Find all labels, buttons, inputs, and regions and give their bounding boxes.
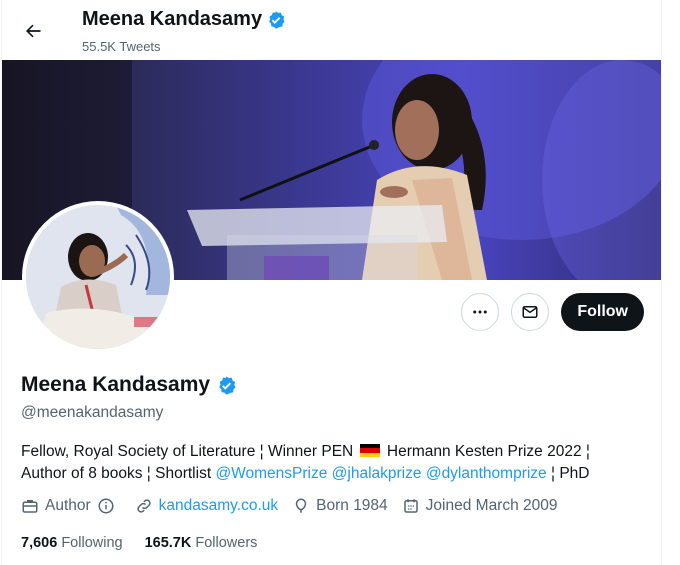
- profile-name: Meena Kandasamy: [21, 373, 211, 396]
- verified-badge-icon[interactable]: [266, 10, 286, 30]
- profile-name-row: Meena Kandasamy: [21, 373, 237, 397]
- more-button[interactable]: [461, 293, 500, 331]
- bio-text: ¦ PhD: [551, 465, 590, 482]
- profile-actions: Follow: [461, 293, 644, 331]
- bio-text: Author of 8 books ¦ Shortlist: [21, 465, 212, 482]
- born-item: Born 1984: [292, 497, 388, 515]
- tweet-count: 55.5K Tweets: [82, 39, 161, 54]
- top-bar: Meena Kandasamy 55.5K Tweets: [2, 0, 661, 60]
- profile-meta: Author kandasamy.co.uk Born 1984 Joined …: [21, 497, 572, 515]
- profile-stats: 7,606 Following 165.7K Followers: [21, 535, 279, 551]
- mention-link[interactable]: @dylanthomprize: [426, 465, 547, 482]
- category-label: Author: [45, 497, 91, 514]
- joined-item: Joined March 2009: [402, 497, 558, 515]
- mention-link[interactable]: @WomensPrize: [215, 465, 327, 482]
- header-name: Meena Kandasamy: [82, 8, 263, 30]
- bio-text: Fellow, Royal Society of Literature ¦ Wi…: [21, 443, 354, 460]
- bio-text: Hermann Kesten Prize 2022 ¦: [386, 443, 590, 460]
- followers-label: Followers: [195, 535, 258, 551]
- mention-link[interactable]: @jhalakprize: [332, 465, 422, 482]
- header-title-row: Meena Kandasamy: [82, 8, 286, 31]
- born-label: Born 1984: [316, 497, 388, 514]
- arrow-left-icon: [26, 24, 41, 38]
- briefcase-icon: [22, 500, 38, 513]
- back-button[interactable]: [16, 14, 50, 48]
- profile-handle: @meenakandasamy: [21, 404, 164, 421]
- calendar-icon: [403, 499, 418, 513]
- followers-count: 165.7K: [144, 535, 192, 551]
- following-label: Following: [61, 535, 123, 551]
- profile-page: Meena Kandasamy 55.5K Tweets Follow Meen…: [1, 0, 662, 565]
- link-icon: [137, 499, 151, 513]
- info-icon[interactable]: [97, 497, 121, 515]
- follow-button[interactable]: Follow: [561, 293, 644, 331]
- category-item: Author: [21, 497, 121, 515]
- balloon-icon: [295, 498, 307, 513]
- verified-badge-icon[interactable]: [216, 375, 237, 396]
- following-count: 7,606: [21, 535, 58, 551]
- website-item: kandasamy.co.uk: [135, 497, 278, 515]
- germany-flag-icon: [359, 444, 380, 457]
- following-link[interactable]: 7,606 Following: [21, 535, 123, 551]
- followers-link[interactable]: 165.7K Followers: [145, 535, 258, 551]
- avatar-photo: [26, 205, 170, 349]
- website-link[interactable]: kandasamy.co.uk: [159, 497, 278, 515]
- joined-label: Joined March 2009: [425, 497, 558, 514]
- profile-bio: Fellow, Royal Society of Literature ¦ Wi…: [21, 441, 646, 485]
- message-button[interactable]: [511, 293, 550, 331]
- envelope-icon: [522, 306, 538, 318]
- profile-avatar[interactable]: [22, 201, 174, 353]
- more-icon: [473, 310, 488, 314]
